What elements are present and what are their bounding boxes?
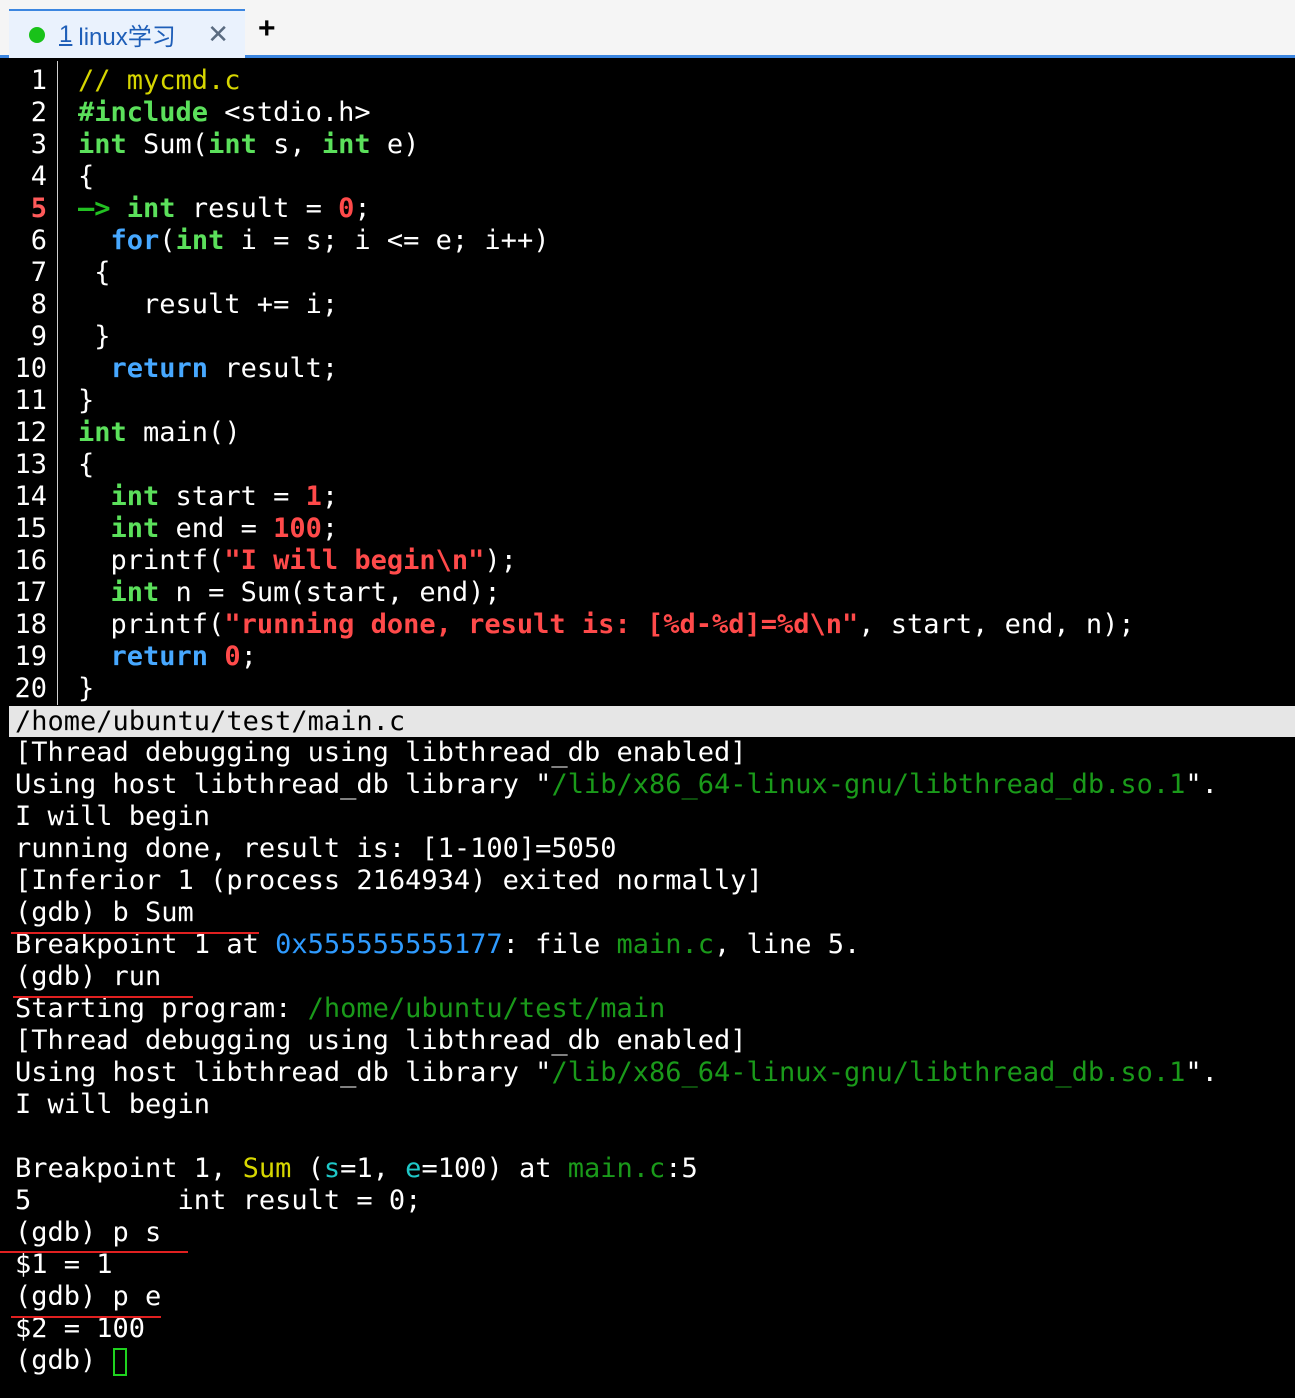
line-number: 2 xyxy=(30,97,47,128)
line-number: 18 xyxy=(14,609,47,640)
line-number: 16 xyxy=(14,545,47,576)
tab-number: 1 xyxy=(59,20,73,48)
output-line: I will begin xyxy=(15,801,211,832)
code-text: // mycmd.c xyxy=(78,65,241,96)
line-number: 17 xyxy=(14,577,47,608)
line-number: 3 xyxy=(30,129,47,160)
tab-title: linux学习 xyxy=(78,24,176,51)
gdb-command-line: (gdb) b Sum xyxy=(15,897,194,928)
annotation-underline xyxy=(13,996,193,998)
line-number: 7 xyxy=(30,257,47,288)
code-text: int end = 100; xyxy=(110,513,339,544)
code-text: int main() xyxy=(78,417,241,448)
output-line: Breakpoint 1, Sum (s=1, e=100) at main.c… xyxy=(15,1153,698,1184)
code-text: result += i; xyxy=(78,289,339,320)
line-number: 6 xyxy=(30,225,47,256)
terminal-cursor xyxy=(112,1347,127,1376)
annotation-underline xyxy=(11,932,259,934)
line-number: 20 xyxy=(14,673,47,704)
line-number: 1 xyxy=(30,65,47,96)
tab-linux-study[interactable]: 1 linux学习 ✕ xyxy=(9,9,245,58)
code-text: } xyxy=(78,385,95,416)
annotation-underline xyxy=(11,1316,161,1318)
code-text: } xyxy=(78,673,95,704)
line-number: 5 xyxy=(30,193,47,224)
output-line: running done, result is: [1-100]=5050 xyxy=(15,833,617,864)
line-number: 13 xyxy=(14,449,47,480)
gdb-command-line: (gdb) p e xyxy=(15,1281,162,1312)
gdb-command-line: (gdb) p s xyxy=(15,1217,162,1248)
add-tab-icon[interactable]: + xyxy=(258,12,276,46)
code-text: { xyxy=(78,161,95,192)
code-text: return result; xyxy=(110,353,339,384)
line-number: 4 xyxy=(30,161,47,192)
connection-status-icon xyxy=(29,26,45,43)
output-line: 5 int result = 0; xyxy=(15,1185,422,1216)
code-text: { xyxy=(78,449,95,480)
output-line: [Thread debugging using libthread_db ena… xyxy=(15,737,747,768)
code-text: for(int i = s; i <= e; i++) xyxy=(110,225,550,256)
gdb-prompt[interactable]: (gdb) xyxy=(15,1345,127,1377)
code-text: int Sum(int s, int e) xyxy=(78,129,420,160)
source-file-path: /home/ubuntu/test/main.c xyxy=(9,706,1295,737)
line-number: 15 xyxy=(14,513,47,544)
output-line: Using host libthread_db library "/lib/x8… xyxy=(15,769,1218,800)
code-text: int start = 1; xyxy=(110,481,339,512)
code-text: return 0; xyxy=(110,641,257,672)
code-text: } xyxy=(78,321,111,352)
close-icon[interactable]: ✕ xyxy=(207,19,229,50)
code-text: printf("running done, result is: [%d-%d]… xyxy=(78,609,1135,640)
gdb-command-line: (gdb) run xyxy=(15,961,162,992)
output-line: [Inferior 1 (process 2164934) exited nor… xyxy=(15,865,763,896)
tab-bar: 1 linux学习 ✕ + xyxy=(0,0,1295,58)
line-number: 14 xyxy=(14,481,47,512)
line-number: 10 xyxy=(14,353,47,384)
terminal-window[interactable]: 1 // mycmd.c 2 #include <stdio.h> 3 int Sum(i… xyxy=(0,61,1295,1398)
output-line: $1 = 1 xyxy=(15,1249,113,1280)
output-line: I will begin xyxy=(15,1089,211,1120)
output-line: [Thread debugging using libthread_db ena… xyxy=(15,1025,747,1056)
code-text: { xyxy=(78,257,111,288)
source-view: 1 // mycmd.c 2 #include <stdio.h> 3 int Sum(i… xyxy=(9,61,1295,705)
line-number: 19 xyxy=(14,641,47,672)
output-line: Using host libthread_db library "/lib/x8… xyxy=(15,1057,1218,1088)
code-text: int n = Sum(start, end); xyxy=(110,577,501,608)
code-text: —> int result = 0; xyxy=(78,193,371,224)
line-number: 12 xyxy=(14,417,47,448)
line-number: 8 xyxy=(30,289,47,320)
line-number: 9 xyxy=(30,321,47,352)
annotation-underline xyxy=(0,1251,188,1253)
code-text: #include <stdio.h> xyxy=(78,97,371,128)
code-text: printf("I will begin\n"); xyxy=(78,545,517,576)
line-number: 11 xyxy=(14,385,47,416)
